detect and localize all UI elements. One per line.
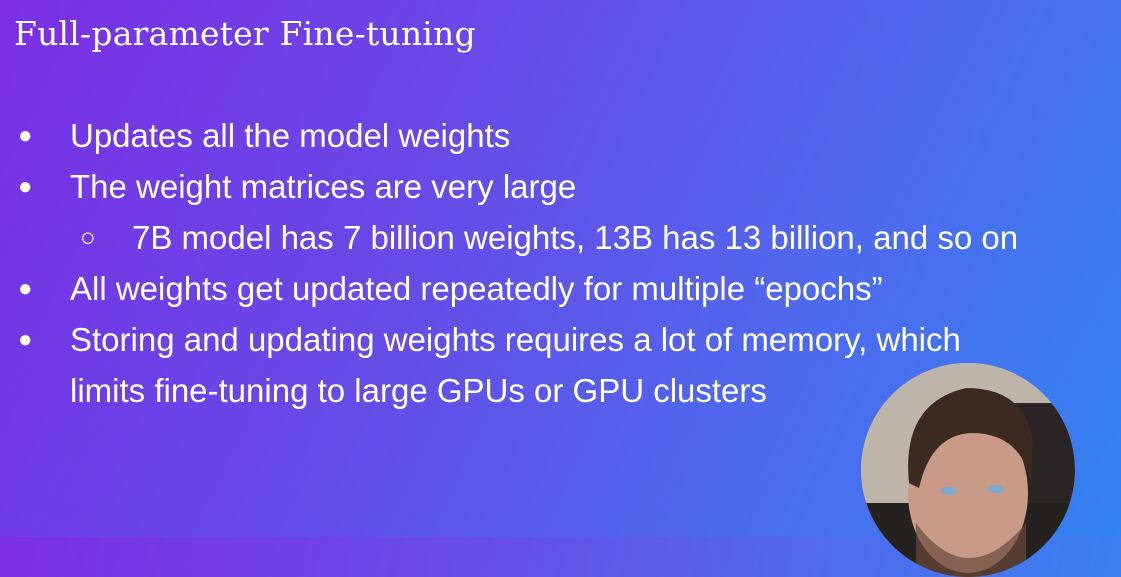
hollow-bullet-icon: ○	[80, 222, 96, 252]
bullet-icon: ●	[18, 326, 33, 353]
bullet-item: ● Updates all the model weights	[0, 110, 1018, 161]
bullet-icon: ●	[18, 122, 33, 149]
bullet-icon: ●	[18, 275, 33, 302]
webcam-overlay	[861, 363, 1075, 577]
slide-title: Full-parameter Fine-tuning	[14, 14, 476, 53]
bullet-item: ● Storing and updating weights requires a…	[0, 314, 1018, 365]
bullet-list: ● Updates all the model weights ● The weig…	[0, 110, 1018, 416]
bullet-icon: ●	[18, 173, 33, 200]
sub-bullet-item: ○ 7B model has 7 billion weights, 13B has…	[0, 212, 1018, 263]
bullet-continuation: limits fine-tuning to large GPUs or GPU …	[70, 372, 767, 409]
bullet-item: ● All weights get updated repeatedly for …	[0, 263, 1018, 314]
presenter-image	[861, 363, 1075, 577]
bullet-item: ● The weight matrices are very large	[0, 161, 1018, 212]
